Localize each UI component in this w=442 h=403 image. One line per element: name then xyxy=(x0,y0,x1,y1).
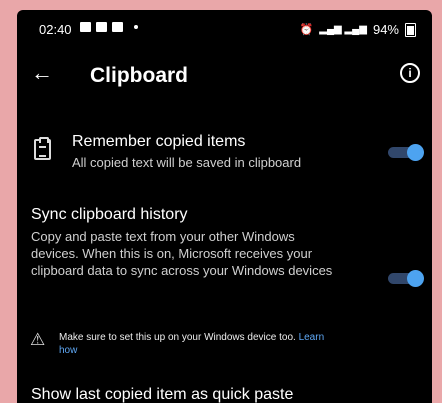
sync-title: Sync clipboard history xyxy=(31,206,188,223)
status-time: 02:40 xyxy=(39,22,72,37)
status-bar: 02:40 ⏰ ▂▄▆ ▂▄▆ 94% xyxy=(17,10,432,40)
quick-paste-title[interactable]: Show last copied item as quick paste xyxy=(31,386,293,403)
app-bar: ← Clipboard i xyxy=(17,58,432,98)
notification-icons xyxy=(80,22,138,32)
warning-text: Make sure to set this up on your Windows… xyxy=(59,331,329,357)
signal-icon: ▂▄▆ ▂▄▆ xyxy=(319,24,367,35)
back-arrow-icon[interactable]: ← xyxy=(31,60,53,86)
remember-description: All copied text will be saved in clipboa… xyxy=(72,155,302,170)
toggle-knob xyxy=(407,270,424,287)
message-icon xyxy=(80,22,91,32)
remember-toggle[interactable] xyxy=(388,144,424,161)
clipboard-icon xyxy=(34,137,51,160)
warning-message: Make sure to set this up on your Windows… xyxy=(59,332,299,343)
more-notifications-icon xyxy=(134,25,138,29)
remember-title: Remember copied items xyxy=(72,133,246,150)
status-right: ⏰ ▂▄▆ ▂▄▆ 94% xyxy=(300,22,416,37)
phone-screen: 02:40 ⏰ ▂▄▆ ▂▄▆ 94% ← Clipboard i Rememb… xyxy=(17,10,432,403)
alarm-icon: ⏰ xyxy=(299,24,314,36)
battery-icon xyxy=(405,22,416,37)
sync-toggle[interactable] xyxy=(388,270,424,287)
gallery-icon xyxy=(96,22,107,32)
sync-clipboard-history-row[interactable]: Sync clipboard history Copy and paste te… xyxy=(17,206,432,326)
sync-description: Copy and paste text from your other Wind… xyxy=(31,229,333,278)
sync-warning: ⚠ Make sure to set this up on your Windo… xyxy=(30,330,350,360)
info-icon[interactable]: i xyxy=(400,63,420,83)
app-notification-icon xyxy=(112,22,123,32)
warning-icon: ⚠ xyxy=(30,330,46,349)
toggle-knob xyxy=(407,144,424,161)
remember-copied-items-row[interactable]: Remember copied items All copied text wi… xyxy=(17,125,432,181)
battery-percent: 94% xyxy=(372,22,399,37)
page-title: Clipboard xyxy=(90,64,188,87)
